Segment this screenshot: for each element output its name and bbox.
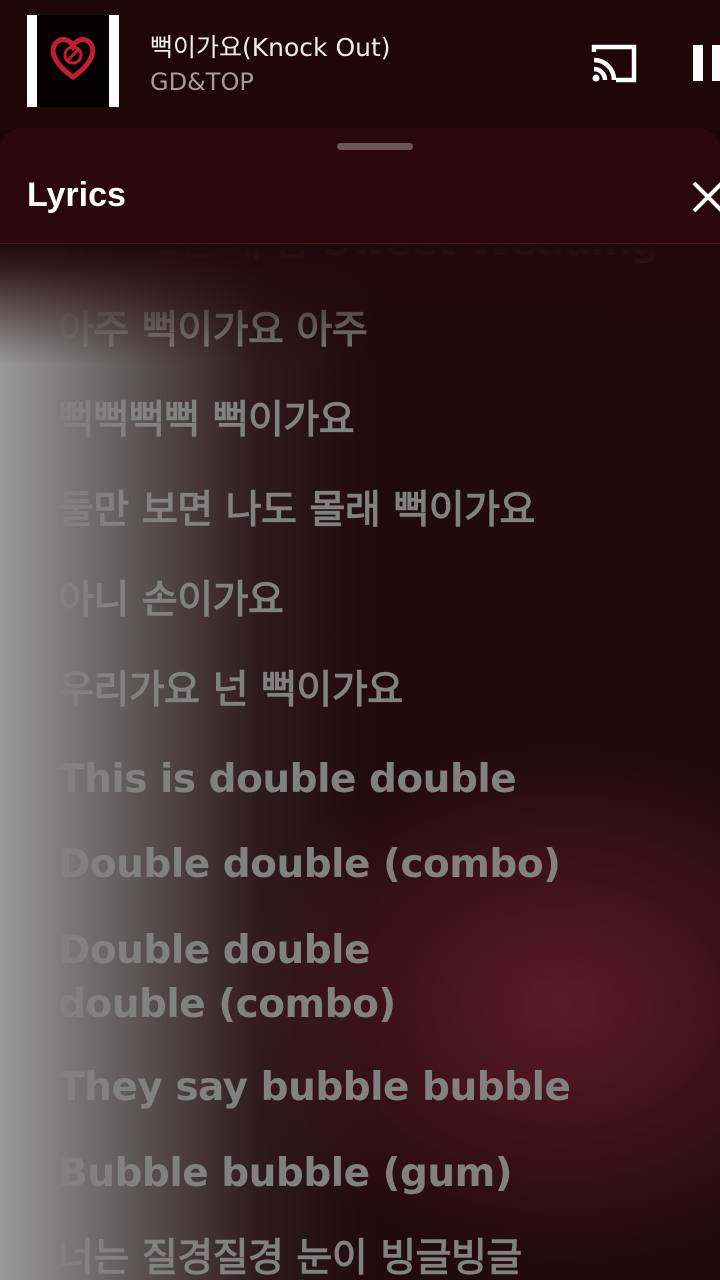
song-artist: GD&TOP <box>150 68 254 96</box>
close-button[interactable] <box>686 176 720 216</box>
pause-button[interactable] <box>686 40 720 86</box>
album-art[interactable] <box>27 15 119 107</box>
lyric-line[interactable]: Double double double (combo) <box>58 924 528 1032</box>
screen: 뻑이가요(Knock Out) GD&TOP Lyrics 아주 뻑이가요 아주… <box>0 0 720 1280</box>
lyric-line[interactable]: 너는 질경질경 눈이 빙글빙글 <box>58 1232 678 1280</box>
album-art-image <box>37 15 109 107</box>
lyric-line[interactable]: 우리가요 넌 뻑이가요 <box>58 664 678 718</box>
lyrics-title: Lyrics <box>27 176 126 214</box>
cast-icon <box>591 44 637 83</box>
song-title: 뻑이가요(Knock Out) <box>150 33 391 62</box>
drag-handle[interactable] <box>337 143 413 150</box>
lyrics-header: Lyrics <box>0 128 720 244</box>
lyric-line[interactable]: Bubble bubble (gum) <box>58 1147 678 1201</box>
lyric-line[interactable]: Double double (combo) <box>58 838 678 892</box>
pause-icon <box>693 45 720 81</box>
lyric-line[interactable]: They say bubble bubble <box>58 1061 678 1115</box>
lyric-line[interactable]: 뻑뻑뻑뻑 뻑이가요 <box>58 394 678 448</box>
mini-player[interactable]: 뻑이가요(Knock Out) GD&TOP <box>0 0 720 130</box>
lyric-line[interactable]: 둘만 보면 나도 몰래 뻑이가요 <box>58 484 678 538</box>
lyric-line[interactable]: This is double double <box>58 753 678 807</box>
lyric-line[interactable]: 귀 막으면 내 맘 Sweet Wedding <box>58 244 678 270</box>
lyric-line[interactable]: 아니 손이가요 <box>58 574 678 628</box>
lyric-line[interactable]: 아주 뻑이가요 아주 <box>58 304 678 358</box>
lyrics-body[interactable]: 귀 막으면 내 맘 Sweet Wedding 아주 뻑이가요 아주 뻑뻑뻑뻑 … <box>0 244 720 1280</box>
close-icon <box>692 181 720 213</box>
cast-button[interactable] <box>588 40 640 86</box>
lyrics-sheet: Lyrics 귀 막으면 내 맘 Sweet Wedding 아주 뻑이가요 아… <box>0 128 720 1280</box>
